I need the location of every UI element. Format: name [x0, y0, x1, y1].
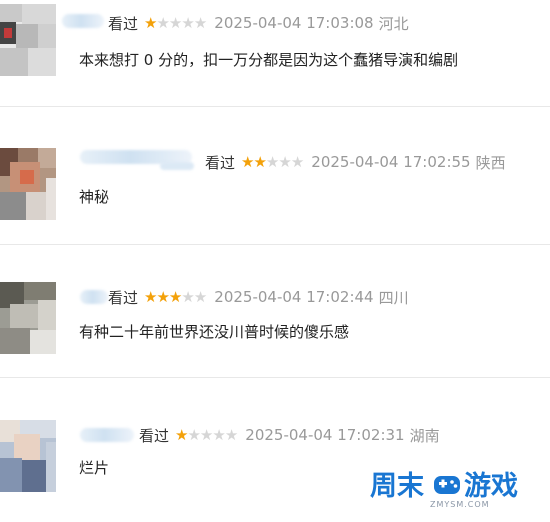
- review-time: 2025-04-04 17:02:55: [311, 153, 471, 171]
- review-meta: 看过 ★ ★ ★ ★ ★ 2025-04-04 17:02:31 湖南: [139, 424, 440, 446]
- star-empty-icon: ★: [224, 425, 238, 444]
- star-icon: ★: [144, 287, 157, 306]
- star-empty-icon: ★: [181, 13, 194, 32]
- divider: [0, 377, 550, 378]
- review-item: 看过 ★ ★ ★ ★ ★ 2025-04-04 17:02:44 四川 有种二十年前世界…: [0, 262, 550, 388]
- review-location: 湖南: [409, 426, 440, 445]
- username-blurred[interactable]: [80, 428, 134, 442]
- review-location: 河北: [378, 14, 409, 33]
- star-empty-icon: ★: [278, 152, 291, 171]
- username-blurred[interactable]: [62, 14, 104, 28]
- review-location: 四川: [378, 288, 409, 307]
- star-empty-icon: ★: [199, 425, 213, 444]
- review-item: 看过 ★ ★ ★ ★ ★ 2025-04-04 17:02:55 陕西 神秘: [0, 130, 550, 256]
- review-content: 本来想打 0 分的，扣一万分都是因为这个蠢猪导演和编剧: [79, 51, 459, 69]
- avatar[interactable]: [0, 282, 56, 354]
- username-blurred-tail: [160, 162, 194, 170]
- watermark-brand-a: 周末: [370, 471, 424, 502]
- review-time: 2025-04-04 17:02:31: [245, 426, 405, 444]
- review-location: 陕西: [475, 153, 506, 172]
- star-empty-icon: ★: [290, 152, 304, 171]
- star-empty-icon: ★: [193, 287, 207, 306]
- star-icon: ★: [175, 425, 188, 444]
- review-time: 2025-04-04 17:02:44: [214, 288, 374, 306]
- watermark-site: ZMYSM.COM: [430, 500, 490, 509]
- review-meta: 看过 ★ ★ ★ ★ ★ 2025-04-04 17:02:44 四川: [108, 286, 409, 308]
- rating-stars: ★ ★ ★ ★ ★: [144, 287, 207, 306]
- divider: [0, 244, 550, 245]
- watch-status: 看过: [108, 288, 139, 307]
- star-empty-icon: ★: [212, 425, 225, 444]
- star-empty-icon: ★: [265, 152, 279, 171]
- star-icon: ★: [253, 152, 266, 171]
- review-item: 看过 ★ ★ ★ ★ ★ 2025-04-04 17:03:08 河北 本来想打 0 分…: [0, 0, 550, 126]
- review-time: 2025-04-04 17:03:08: [214, 14, 374, 32]
- star-empty-icon: ★: [193, 13, 207, 32]
- star-empty-icon: ★: [156, 13, 169, 32]
- divider: [0, 106, 550, 107]
- avatar[interactable]: [0, 4, 56, 76]
- review-meta: 看过 ★ ★ ★ ★ ★ 2025-04-04 17:02:55 陕西: [205, 151, 506, 173]
- rating-stars: ★ ★ ★ ★ ★: [144, 13, 207, 32]
- star-icon: ★: [144, 13, 157, 32]
- star-empty-icon: ★: [181, 287, 194, 306]
- star-empty-icon: ★: [187, 425, 200, 444]
- review-content: 有种二十年前世界还没川普时候的傻乐感: [79, 323, 350, 341]
- gamepad-icon: [434, 476, 460, 494]
- star-empty-icon: ★: [168, 13, 182, 32]
- rating-stars: ★ ★ ★ ★ ★: [175, 425, 238, 444]
- review-meta: 看过 ★ ★ ★ ★ ★ 2025-04-04 17:03:08 河北: [108, 12, 409, 34]
- watermark-logo: 周末 游戏 ZMYSM.COM: [366, 462, 550, 516]
- watch-status: 看过: [108, 14, 139, 33]
- star-icon: ★: [168, 287, 182, 306]
- watermark-brand-b: 游戏: [464, 471, 518, 502]
- username-blurred[interactable]: [80, 290, 108, 304]
- avatar[interactable]: [0, 420, 56, 492]
- star-icon: ★: [156, 287, 169, 306]
- rating-stars: ★ ★ ★ ★ ★: [241, 152, 304, 171]
- avatar[interactable]: [0, 148, 56, 220]
- review-content: 神秘: [79, 188, 110, 206]
- watch-status: 看过: [139, 426, 170, 445]
- watch-status: 看过: [205, 153, 236, 172]
- star-icon: ★: [241, 152, 254, 171]
- review-content: 烂片: [79, 459, 110, 477]
